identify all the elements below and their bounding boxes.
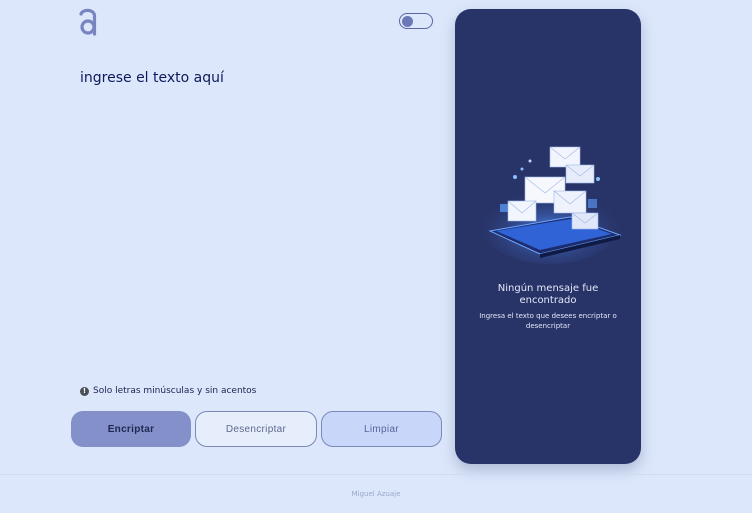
panel-subtitle: Ingresa el texto que desees encriptar o … — [479, 312, 617, 330]
panel-title: Ningún mensaje fue encontrado — [497, 283, 599, 306]
envelopes-laptop-illustration — [480, 146, 622, 264]
hint-text: Solo letras minúsculas y sin acentos — [93, 386, 257, 396]
theme-toggle[interactable] — [399, 13, 433, 29]
text-input[interactable] — [80, 70, 440, 370]
info-icon: ! — [80, 386, 89, 396]
encrypt-button[interactable]: Encriptar — [71, 411, 191, 447]
decrypt-button[interactable]: Desencriptar — [195, 411, 317, 447]
logo-icon — [79, 8, 97, 36]
toggle-knob — [402, 15, 413, 27]
footer-divider — [0, 474, 752, 475]
clear-button[interactable]: Limpiar — [321, 411, 442, 447]
hint: ! Solo letras minúsculas y sin acentos — [80, 386, 256, 396]
footer-author: Miguel Azuaje — [351, 490, 401, 498]
output-panel: Ningún mensaje fue encontrado Ingresa el… — [455, 9, 641, 464]
